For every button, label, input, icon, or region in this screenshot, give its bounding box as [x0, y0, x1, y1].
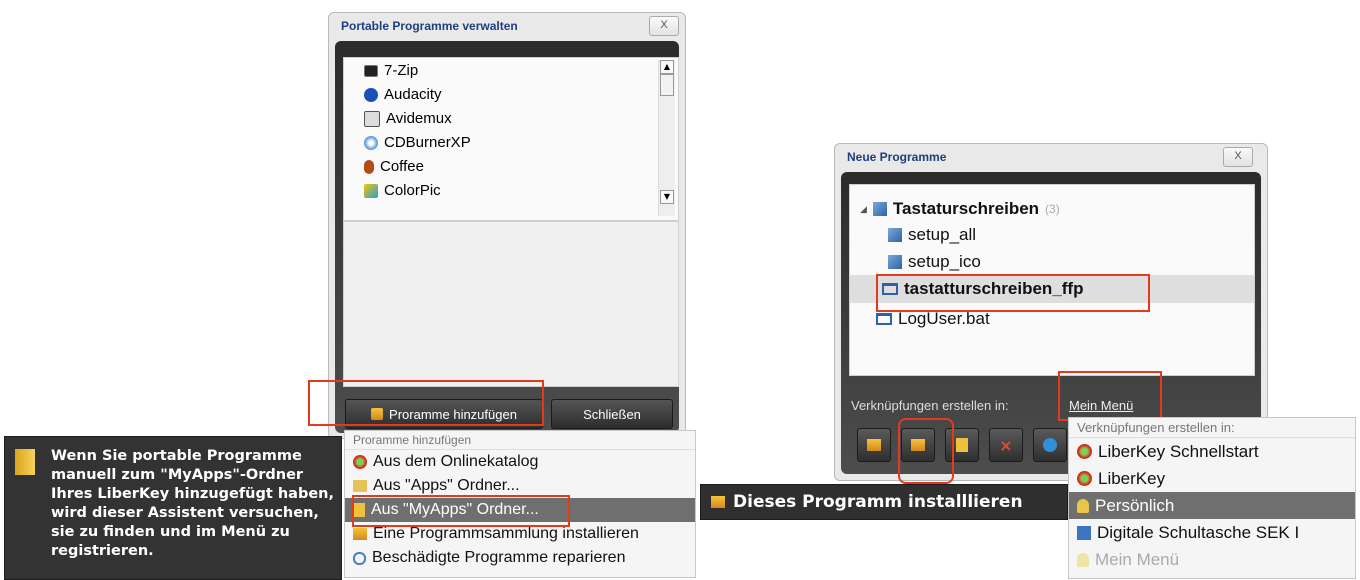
scroll-down-icon[interactable]: ▼: [660, 190, 674, 204]
menu-item-personal[interactable]: Persönlich: [1069, 492, 1355, 519]
tree-group[interactable]: ◢ Tastaturschreiben (3): [860, 199, 1060, 219]
menu-header: Proramme hinzufügen: [345, 431, 695, 450]
program-name: Avidemux: [386, 110, 452, 127]
delete-button[interactable]: ×: [989, 428, 1023, 462]
close-button[interactable]: Schließen: [551, 399, 673, 429]
highlight-myapps-item: [352, 495, 570, 527]
menu-header: Verknüpfungen erstellen in:: [1069, 418, 1355, 438]
menu-item-repair[interactable]: Beschädigte Programme reparieren: [345, 546, 695, 570]
help-tooltip: Wenn Sie portable Programme manuell zum …: [4, 436, 342, 580]
program-name: Coffee: [380, 158, 424, 175]
tree-item[interactable]: LogUser.bat: [876, 309, 990, 329]
list-item[interactable]: ColorPic: [364, 182, 441, 199]
avidemux-icon: [364, 110, 380, 127]
program-name: 7-Zip: [384, 62, 419, 79]
installer-icon: [888, 255, 902, 269]
scroll-up-icon[interactable]: ▲: [660, 60, 674, 74]
list-item[interactable]: Coffee: [364, 158, 424, 175]
installer-icon: [888, 228, 902, 242]
folder-icon: [353, 480, 367, 492]
audacity-icon: [364, 87, 378, 102]
school-bag-icon: [1077, 525, 1091, 540]
collapse-arrow-icon: ◢: [860, 203, 867, 214]
program-details-pane: [343, 221, 679, 387]
list-item[interactable]: 7-Zip: [364, 62, 418, 79]
install-tooltip-label: Dieses Programm installlieren: [733, 492, 1023, 512]
scroll-thumb[interactable]: [660, 74, 674, 96]
window-icon: [876, 313, 892, 325]
list-item[interactable]: Audacity: [364, 86, 442, 103]
manage-programs-window: Portable Programme verwalten X 7-Zip Aud…: [328, 12, 686, 439]
menu-item-liberkey-quickstart[interactable]: LiberKey Schnellstart: [1069, 438, 1355, 465]
tree-item[interactable]: setup_all: [888, 225, 976, 245]
tree-item[interactable]: setup_ico: [888, 252, 981, 272]
shortcut-location-menu: Verknüpfungen erstellen in: LiberKey Sch…: [1068, 417, 1356, 579]
liberkey-icon: [1077, 471, 1092, 486]
program-name: Audacity: [384, 86, 442, 103]
coffee-icon: [364, 159, 374, 174]
window-title: Neue Programme: [847, 150, 947, 164]
cdburner-icon: [364, 135, 378, 150]
menu-item-online-catalog[interactable]: Aus dem Onlinekatalog: [345, 450, 695, 474]
user-icon: [1077, 498, 1089, 513]
highlight-selected-item: [876, 274, 1150, 312]
highlight-add-button: [308, 380, 544, 426]
close-icon: ×: [999, 435, 1013, 455]
magnifier-icon: [353, 551, 366, 565]
program-list: 7-Zip Audacity Avidemux CDBurnerXP Coffe…: [343, 57, 679, 221]
box-add-icon: [711, 496, 725, 508]
list-scrollbar[interactable]: ▲ ▼: [658, 60, 675, 216]
tooltip-text: Wenn Sie portable Programme manuell zum …: [51, 448, 335, 559]
window-title: Portable Programme verwalten: [341, 19, 518, 33]
highlight-shortcut-location: [1058, 371, 1162, 421]
7zip-icon: [364, 64, 378, 77]
box-icon: [867, 439, 881, 451]
help-icon: [1043, 438, 1057, 452]
folder-icon: [956, 438, 968, 452]
folder-icon: [15, 449, 35, 475]
install-tooltip: Dieses Programm installlieren: [700, 484, 1068, 520]
box-add-icon: [353, 528, 367, 540]
shortcut-label: Verknüpfungen erstellen in:: [851, 398, 1009, 413]
box-install-button[interactable]: [857, 428, 891, 462]
user-icon: [1077, 552, 1089, 567]
installer-icon: [872, 202, 887, 216]
program-name: ColorPic: [384, 182, 441, 199]
close-window-button[interactable]: X: [1223, 147, 1253, 167]
menu-item-liberkey[interactable]: LiberKey: [1069, 465, 1355, 492]
liberkey-icon: [1077, 444, 1092, 459]
menu-item-my-menu[interactable]: Mein Menü: [1069, 546, 1355, 573]
list-item[interactable]: CDBurnerXP: [364, 134, 471, 151]
menu-item-school-bag[interactable]: Digitale Schultasche SEK I: [1069, 519, 1355, 546]
liberkey-icon: [353, 455, 367, 469]
colorpic-icon: [364, 183, 378, 198]
list-item[interactable]: Avidemux: [364, 110, 452, 127]
highlight-install-button: [898, 418, 954, 484]
program-name: CDBurnerXP: [384, 134, 471, 151]
close-window-button[interactable]: X: [649, 16, 679, 36]
help-button[interactable]: [1033, 428, 1067, 462]
